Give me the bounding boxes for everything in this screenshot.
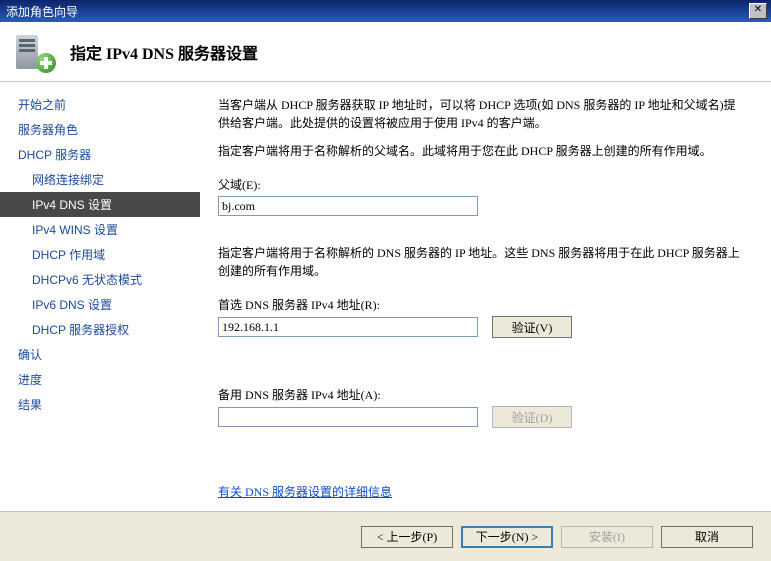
wizard-window: 添加角色向导 ✕ 指定 IPv4 DNS 服务器设置 开始之前 服务器角色 DH… [0, 0, 771, 561]
window-title: 添加角色向导 [4, 3, 747, 20]
sidebar-item-dhcp-server[interactable]: DHCP 服务器 [0, 142, 200, 167]
description-3: 指定客户端将用于名称解析的 DNS 服务器的 IP 地址。这些 DNS 服务器将… [218, 244, 745, 280]
wizard-content: 当客户端从 DHCP 服务器获取 IP 地址时，可以将 DHCP 选项(如 DN… [200, 82, 771, 511]
sidebar-item-network-bindings[interactable]: 网络连接绑定 [0, 167, 200, 192]
close-button[interactable]: ✕ [749, 3, 767, 19]
sidebar-item-ipv4-dns[interactable]: IPv4 DNS 设置 [0, 192, 200, 217]
sidebar-item-progress[interactable]: 进度 [0, 367, 200, 392]
previous-button[interactable]: < 上一步(P) [361, 526, 453, 548]
sidebar-item-results[interactable]: 结果 [0, 392, 200, 417]
alternate-dns-label: 备用 DNS 服务器 IPv4 地址(A): [218, 386, 745, 404]
sidebar-item-before-you-begin[interactable]: 开始之前 [0, 92, 200, 117]
page-title: 指定 IPv4 DNS 服务器设置 [70, 40, 258, 64]
preferred-dns-row: 验证(V) [218, 316, 745, 338]
titlebar: 添加角色向导 ✕ [0, 0, 771, 22]
cancel-button[interactable]: 取消 [661, 526, 753, 548]
sidebar-item-ipv6-dns[interactable]: IPv6 DNS 设置 [0, 292, 200, 317]
preferred-dns-label: 首选 DNS 服务器 IPv4 地址(R): [218, 296, 745, 314]
help-link[interactable]: 有关 DNS 服务器设置的详细信息 [218, 483, 745, 501]
next-button[interactable]: 下一步(N) > [461, 526, 553, 548]
wizard-footer: < 上一步(P) 下一步(N) > 安装(I) 取消 [0, 511, 771, 561]
alternate-dns-input[interactable] [218, 407, 478, 427]
install-button: 安装(I) [561, 526, 653, 548]
wizard-body: 开始之前 服务器角色 DHCP 服务器 网络连接绑定 IPv4 DNS 设置 I… [0, 82, 771, 511]
sidebar-item-confirmation[interactable]: 确认 [0, 342, 200, 367]
preferred-dns-input[interactable] [218, 317, 478, 337]
description-1: 当客户端从 DHCP 服务器获取 IP 地址时，可以将 DHCP 选项(如 DN… [218, 96, 745, 132]
wizard-sidebar: 开始之前 服务器角色 DHCP 服务器 网络连接绑定 IPv4 DNS 设置 I… [0, 82, 200, 511]
sidebar-item-server-roles[interactable]: 服务器角色 [0, 117, 200, 142]
validate-preferred-button[interactable]: 验证(V) [492, 316, 572, 338]
wizard-header: 指定 IPv4 DNS 服务器设置 [0, 22, 771, 82]
sidebar-item-dhcp-authorization[interactable]: DHCP 服务器授权 [0, 317, 200, 342]
sidebar-item-dhcp-scopes[interactable]: DHCP 作用域 [0, 242, 200, 267]
parent-domain-label: 父域(E): [218, 176, 745, 194]
server-role-icon [14, 31, 56, 73]
validate-alternate-button: 验证(D) [492, 406, 572, 428]
sidebar-item-dhcpv6-stateless[interactable]: DHCPv6 无状态模式 [0, 267, 200, 292]
alternate-dns-row: 验证(D) [218, 406, 745, 428]
sidebar-item-ipv4-wins[interactable]: IPv4 WINS 设置 [0, 217, 200, 242]
parent-domain-input[interactable] [218, 196, 478, 216]
description-2: 指定客户端将用于名称解析的父域名。此域将用于您在此 DHCP 服务器上创建的所有… [218, 142, 745, 160]
